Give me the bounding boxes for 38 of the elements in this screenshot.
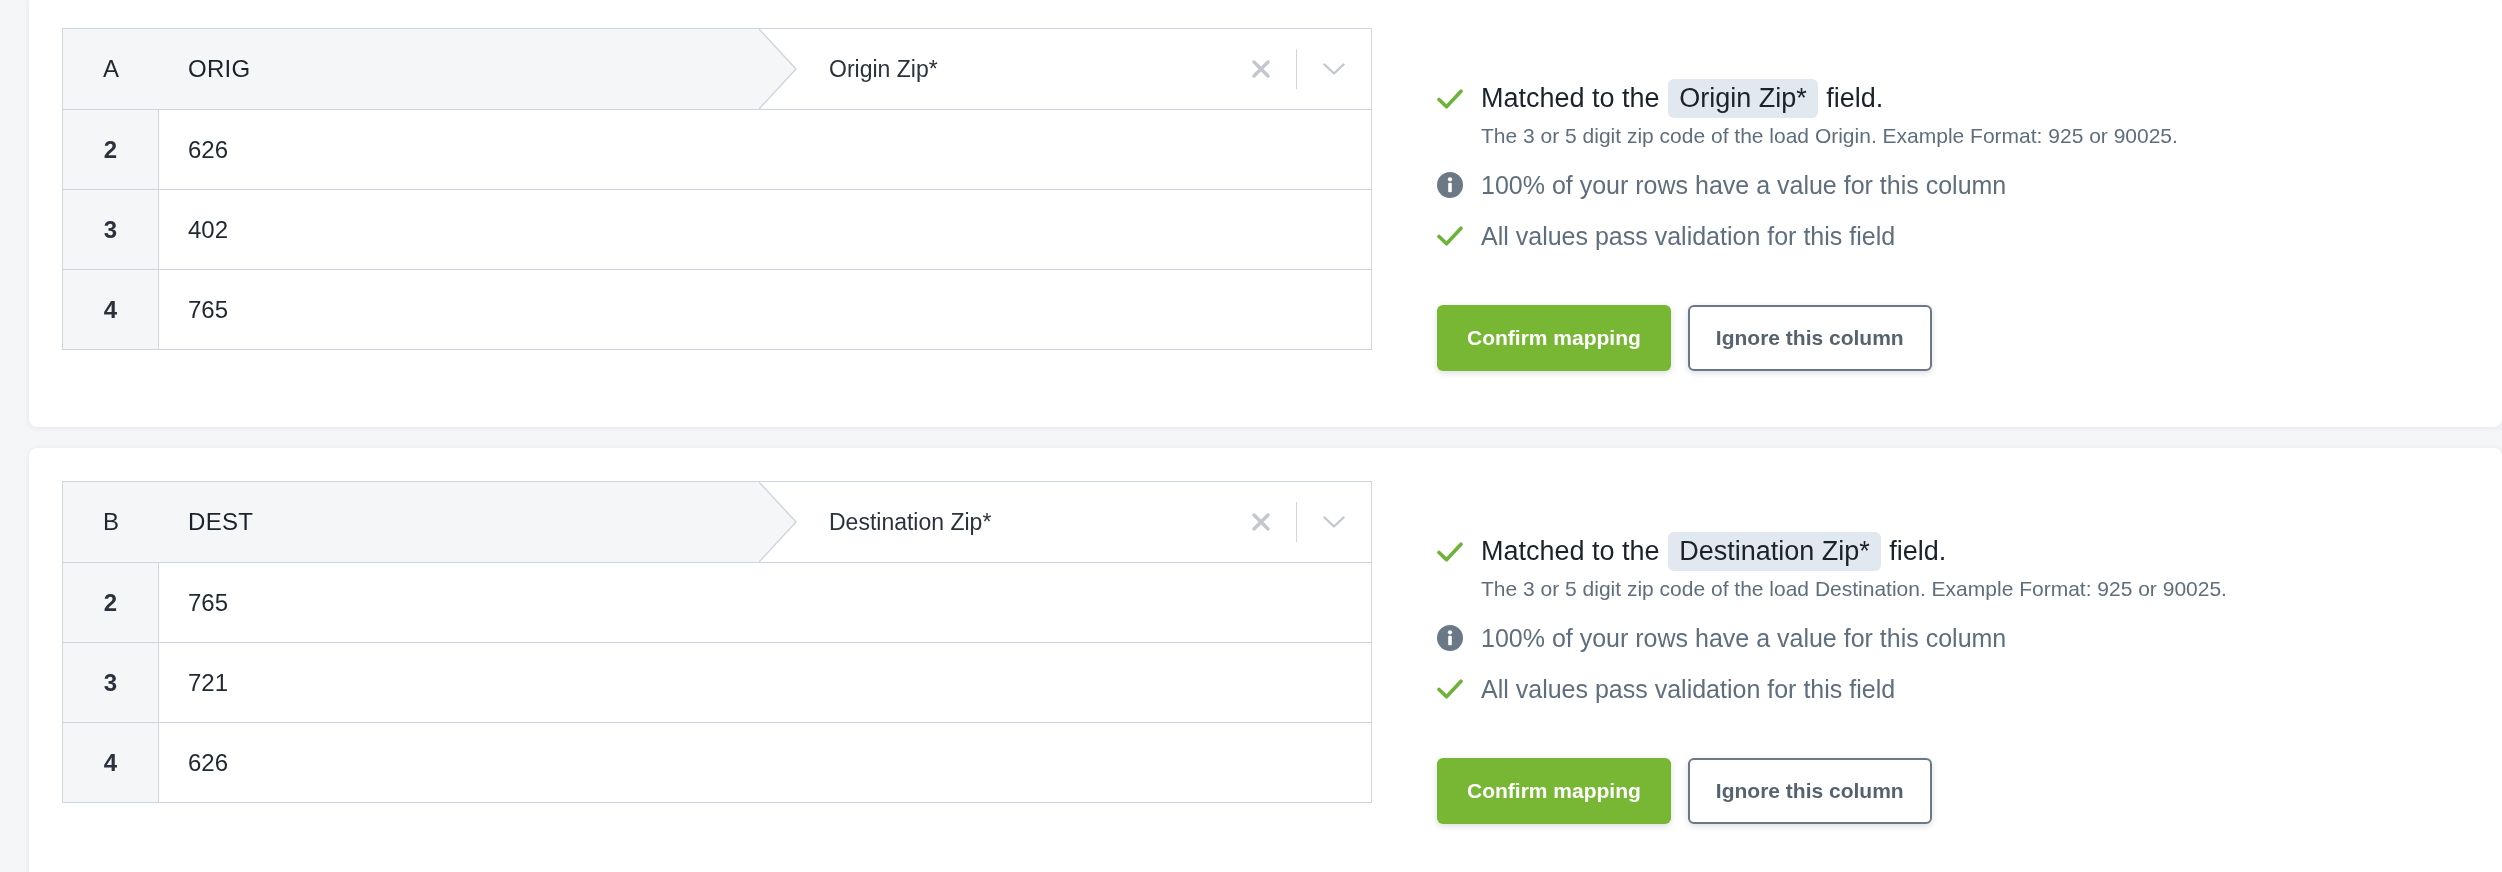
check-icon [1437,88,1463,109]
match-message: Matched to the Origin Zip* field. [1481,79,1884,118]
info-icon [1437,172,1463,198]
column-letter: A [102,55,120,83]
column-name: DEST [188,508,254,536]
info-icon [1437,625,1463,651]
ignore-button[interactable]: Ignore this column [1687,758,1932,824]
check-message: 100% of your rows have a value for this column [1481,623,2007,653]
row-number: 3 [63,190,159,269]
row-number: 4 [63,723,159,802]
column-letter: B [102,508,120,536]
table-cell-text: 626 [187,747,230,778]
chevron-down-icon [1323,63,1345,75]
clear-icon[interactable] [1252,60,1270,78]
table-cell-text: 721 [187,667,230,698]
check-icon [1437,679,1463,699]
check-icon [1437,541,1463,562]
check-icon [1437,226,1463,246]
match-message: Matched to the Destination Zip* field. [1481,532,1947,571]
check-message: All values pass validation for this field [1481,221,1896,251]
row-number: 3 [63,643,159,722]
chevron-down-icon [1323,516,1345,528]
ignore-button[interactable]: Ignore this column [1687,305,1932,371]
row-number: 2 [63,110,159,189]
table-cell-text: 765 [187,587,230,618]
check-message: All values pass validation for this field [1481,674,1896,704]
check-message: 100% of your rows have a value for this column [1481,170,2007,200]
field-tag: Origin Zip* [1668,79,1818,118]
clear-icon[interactable] [1252,513,1270,531]
field-description: The 3 or 5 digit zip code of the load Origin. Example Format: 925 or 90025. [1481,123,2178,149]
field-tag: Destination Zip* [1668,532,1881,571]
column-name: ORIG [188,55,251,83]
row-number: 4 [63,270,159,349]
table-cell-text: 765 [187,294,230,325]
table-cell-text: 626 [187,134,230,165]
field-description: The 3 or 5 digit zip code of the load Destination. Example Format: 925 or 90025. [1481,576,2227,602]
table-cell-text: 402 [187,214,230,245]
row-number: 2 [63,563,159,642]
